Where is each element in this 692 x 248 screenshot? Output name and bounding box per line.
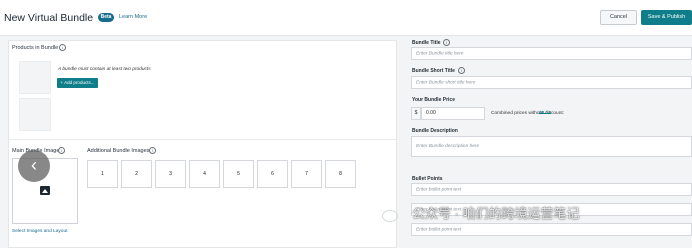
combined-price-value: $9.19 (539, 111, 552, 116)
product-placeholder-2 (19, 98, 51, 131)
bundle-price-label: Your Bundle Price (412, 97, 455, 103)
carousel-prev-button[interactable]: ‹ (18, 150, 50, 182)
watermark-text: 公众号 · 咱们的跨境运营笔记 (412, 206, 580, 221)
combined-price-label: Combined prices without discount: (491, 111, 565, 116)
image-slot[interactable]: 6 (257, 160, 288, 188)
image-slot[interactable]: 8 (325, 160, 356, 188)
products-label: Products in Bundle (12, 45, 59, 51)
image-slot[interactable]: 4 (189, 160, 220, 188)
image-slot[interactable]: 3 (155, 160, 186, 188)
image-slot[interactable]: 2 (121, 160, 152, 188)
info-icon[interactable]: i (443, 39, 450, 46)
bundle-price-input[interactable]: 0.00 (421, 107, 485, 120)
bundle-short-title-placeholder: Enter Bundle short title here (416, 80, 476, 85)
bullet-point-placeholder: Enter bullet point text (416, 187, 462, 192)
info-icon[interactable]: i (58, 147, 65, 154)
image-icon (40, 186, 50, 195)
bullet-point-input[interactable]: Enter bullet point text (411, 183, 692, 196)
products-hint: A bundle must contain at least two produ… (58, 67, 151, 72)
currency-symbol: $ (411, 107, 421, 120)
bundle-description-input[interactable]: Enter Bundle description here (411, 136, 692, 157)
info-icon[interactable]: i (59, 44, 66, 51)
bundle-title-placeholder: Enter Bundle title here (416, 51, 464, 56)
save-publish-button[interactable]: Save & Publish (641, 10, 692, 25)
page-title: New Virtual Bundle (4, 12, 94, 24)
bundle-title-label: Bundle Title (412, 40, 441, 46)
image-slot[interactable]: 1 (87, 160, 118, 188)
product-placeholder-1 (19, 61, 51, 94)
bullet-points-label: Bullet Points (412, 176, 443, 182)
additional-images-label: Additional Bundle Images (87, 148, 150, 154)
cancel-button[interactable]: Cancel (600, 10, 637, 25)
beta-badge: Beta (98, 13, 114, 22)
info-icon[interactable]: i (458, 67, 465, 74)
bundle-description-placeholder: Enter Bundle description here (416, 144, 480, 149)
image-slot[interactable]: 5 (223, 160, 254, 188)
wechat-icon (382, 210, 398, 222)
bundle-short-title-label: Bundle Short Title (412, 68, 455, 74)
top-bar: New Virtual Bundle Beta Learn More Cance… (0, 0, 692, 36)
image-slot[interactable]: 7 (291, 160, 322, 188)
info-icon[interactable]: i (149, 147, 156, 154)
select-images-link[interactable]: Select Images and Layout (12, 229, 67, 234)
bundle-description-label: Bundle Description (412, 128, 458, 134)
bundle-short-title-input[interactable]: Enter Bundle short title here (411, 76, 692, 89)
divider (8, 139, 396, 140)
bundle-title-input[interactable]: Enter Bundle title here (411, 47, 692, 60)
add-products-button[interactable]: + Add products... (57, 78, 98, 88)
learn-more-link[interactable]: Learn More (119, 14, 147, 20)
